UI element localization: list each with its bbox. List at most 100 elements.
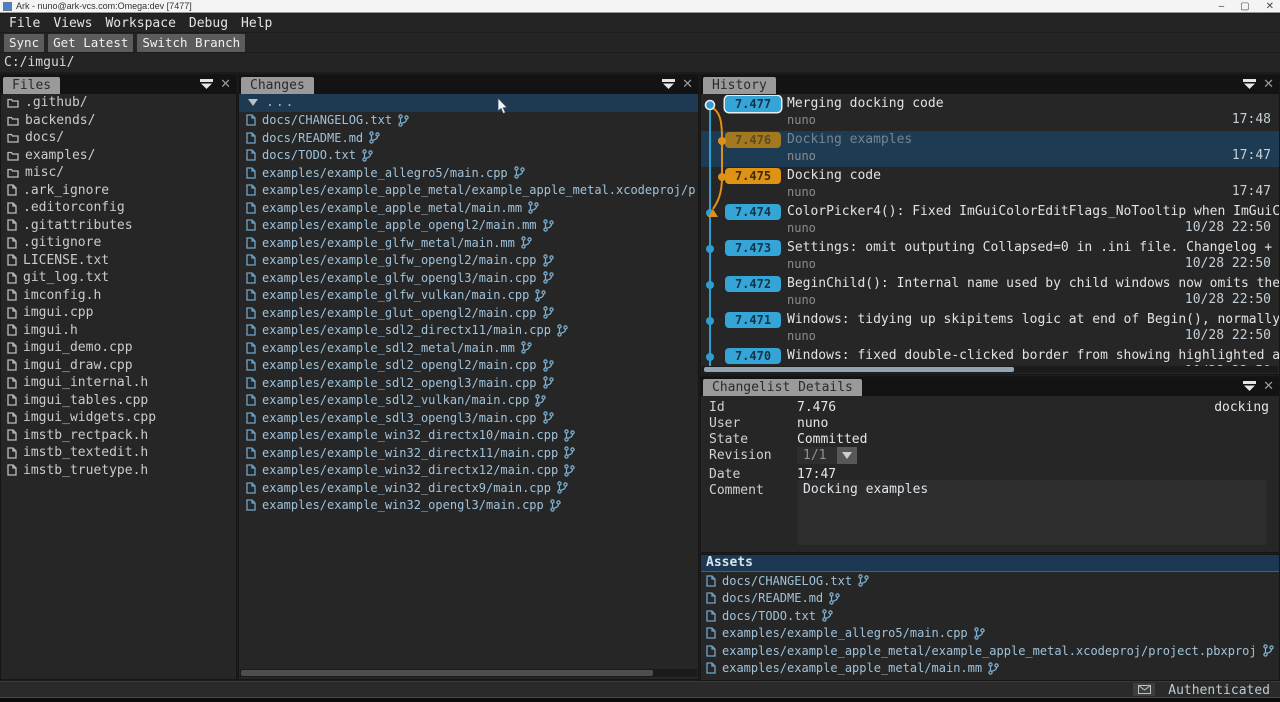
tab-files[interactable]: Files (3, 77, 60, 94)
git-branch-icon (557, 481, 568, 494)
file-tree-item[interactable]: imstb_textedit.h (1, 444, 236, 462)
changes-expander-row[interactable]: ... (239, 94, 698, 112)
changed-file-row[interactable]: examples/example_apple_opengl2/main.mm (239, 217, 698, 235)
changed-file-row[interactable]: examples/example_win32_opengl3/main.cpp (239, 497, 698, 515)
changed-file-row[interactable]: examples/example_sdl3_opengl3/main.cpp (239, 409, 698, 427)
asset-path: docs/README.md (722, 591, 823, 605)
maximize-button[interactable]: ▢ (1240, 0, 1249, 13)
close-icon[interactable]: ✕ (1263, 380, 1274, 392)
changed-file-row[interactable]: examples/example_apple_metal/example_app… (239, 182, 698, 200)
commit-row[interactable]: 7.470Windows: fixed double-clicked borde… (701, 347, 1279, 366)
envelope-icon[interactable] (1133, 683, 1155, 696)
changed-file-row[interactable]: docs/CHANGELOG.txt (239, 112, 698, 130)
file-tree-item[interactable]: imstb_truetype.h (1, 462, 236, 480)
commit-row[interactable]: 7.472BeginChild(): Internal name used by… (701, 275, 1279, 311)
commit-row[interactable]: 7.473Settings: omit outputing Collapsed=… (701, 239, 1279, 275)
comment-textarea[interactable]: Docking examples (797, 480, 1267, 545)
changed-file-row[interactable]: examples/example_sdl2_opengl2/main.cpp (239, 357, 698, 375)
commit-row[interactable]: 7.474ColorPicker4(): Fixed ImGuiColorEdi… (701, 203, 1279, 239)
menu-debug[interactable]: Debug (189, 16, 228, 31)
menu-views[interactable]: Views (53, 16, 92, 31)
file-tree-item[interactable]: imconfig.h (1, 287, 236, 305)
changed-file-row[interactable]: examples/example_glfw_vulkan/main.cpp (239, 287, 698, 305)
file-tree-item[interactable]: .editorconfig (1, 199, 236, 217)
changed-file-row[interactable]: examples/example_glfw_metal/main.mm (239, 234, 698, 252)
changed-file-row[interactable]: examples/example_glfw_opengl2/main.cpp (239, 252, 698, 270)
changed-file-row[interactable]: examples/example_win32_directx10/main.cp… (239, 427, 698, 445)
asset-row[interactable]: examples/example_allegro5/main.cpp (701, 625, 1279, 643)
tab-changelist-details[interactable]: Changelist Details (703, 379, 862, 396)
close-icon[interactable]: ✕ (1263, 78, 1274, 90)
changed-file-row[interactable]: examples/example_win32_directx9/main.cpp (239, 479, 698, 497)
close-icon[interactable]: ✕ (220, 78, 231, 90)
filter-icon[interactable] (662, 78, 675, 90)
asset-row[interactable]: docs/CHANGELOG.txt (701, 572, 1279, 590)
minimize-button[interactable]: – (1219, 0, 1225, 13)
filter-icon[interactable] (200, 78, 213, 90)
changed-file-row[interactable]: docs/README.md (239, 129, 698, 147)
file-tree-item[interactable]: git_log.txt (1, 269, 236, 287)
menu-help[interactable]: Help (241, 16, 272, 31)
file-tree-item[interactable]: LICENSE.txt (1, 252, 236, 270)
chevron-down-icon[interactable] (248, 99, 258, 106)
commit-row[interactable]: 7.477Merging docking codenuno17:48 (701, 95, 1279, 131)
file-name: imgui_widgets.cpp (23, 410, 156, 425)
file-tree-item[interactable]: backends/ (1, 112, 236, 130)
changed-file-row[interactable]: docs/TODO.txt (239, 147, 698, 165)
commit-row[interactable]: 7.471Windows: tidying up skipitems logic… (701, 311, 1279, 347)
filter-icon[interactable] (1243, 78, 1256, 90)
file-tree-item[interactable]: .github/ (1, 94, 236, 112)
changed-file-row[interactable]: examples/example_glut_opengl2/main.cpp (239, 304, 698, 322)
file-tree-item[interactable]: .gitattributes (1, 217, 236, 235)
file-tree-item[interactable]: imgui.h (1, 322, 236, 340)
revision-dropdown[interactable]: 1/1 (797, 447, 857, 464)
file-tree-item[interactable]: imgui.cpp (1, 304, 236, 322)
changed-file-row[interactable]: examples/example_sdl2_vulkan/main.cpp (239, 392, 698, 410)
close-button[interactable]: ✕ (1266, 0, 1274, 13)
history-hscrollbar[interactable] (702, 366, 1278, 373)
dropdown-arrow-button[interactable] (837, 447, 857, 464)
tab-history[interactable]: History (703, 77, 776, 94)
changed-file-row[interactable]: examples/example_sdl2_directx11/main.cpp (239, 322, 698, 340)
commit-author: nuno (787, 113, 816, 127)
menu-file[interactable]: File (9, 16, 40, 31)
file-tree-item[interactable]: imstb_rectpack.h (1, 427, 236, 445)
changed-file-row[interactable]: examples/example_apple_metal/main.mm (239, 199, 698, 217)
changed-file-row[interactable]: examples/example_glfw_opengl3/main.cpp (239, 269, 698, 287)
sync-button[interactable]: Sync (4, 34, 44, 52)
changed-file-row[interactable]: examples/example_win32_directx11/main.cp… (239, 444, 698, 462)
commit-title: ColorPicker4(): Fixed ImGuiColorEditFlag… (787, 204, 1279, 219)
file-tree-item[interactable]: imgui_internal.h (1, 374, 236, 392)
switch-branch-button[interactable]: Switch Branch (137, 34, 245, 52)
changed-file-row[interactable]: examples/example_sdl2_metal/main.mm (239, 339, 698, 357)
file-tree-item[interactable]: imgui_widgets.cpp (1, 409, 236, 427)
commit-row[interactable]: 7.475Docking codenuno17:47 (701, 167, 1279, 203)
filter-icon[interactable] (1243, 380, 1256, 392)
asset-row[interactable]: examples/example_apple_metal/main.mm (701, 660, 1279, 678)
asset-row[interactable]: docs/README.md (701, 590, 1279, 608)
changes-hscrollbar[interactable] (240, 669, 697, 677)
asset-row[interactable]: examples/example_apple_metal/example_app… (701, 642, 1279, 660)
tab-changes[interactable]: Changes (241, 77, 314, 94)
asset-row[interactable]: docs/TODO.txt (701, 607, 1279, 625)
file-tree-item[interactable]: docs/ (1, 129, 236, 147)
current-path[interactable]: C:/imgui/ (4, 55, 74, 70)
file-tree-item[interactable]: imgui_tables.cpp (1, 392, 236, 410)
get-latest-button[interactable]: Get Latest (48, 34, 133, 52)
file-tree-item[interactable]: examples/ (1, 147, 236, 165)
file-icon (246, 429, 256, 441)
file-tree-item[interactable]: imgui_demo.cpp (1, 339, 236, 357)
file-tree-item[interactable]: misc/ (1, 164, 236, 182)
changed-file-row[interactable]: examples/example_allegro5/main.cpp (239, 164, 698, 182)
file-icon (7, 202, 17, 214)
file-tree-item[interactable]: .gitignore (1, 234, 236, 252)
file-tree-item[interactable]: .ark_ignore (1, 182, 236, 200)
file-icon (246, 377, 256, 389)
file-icon (246, 447, 256, 459)
commit-row[interactable]: 7.476Docking examplesnuno17:47 (701, 131, 1279, 167)
close-icon[interactable]: ✕ (682, 78, 693, 90)
file-tree-item[interactable]: imgui_draw.cpp (1, 357, 236, 375)
changed-file-row[interactable]: examples/example_sdl2_opengl3/main.cpp (239, 374, 698, 392)
changed-file-row[interactable]: examples/example_win32_directx12/main.cp… (239, 462, 698, 480)
menu-workspace[interactable]: Workspace (105, 16, 175, 31)
